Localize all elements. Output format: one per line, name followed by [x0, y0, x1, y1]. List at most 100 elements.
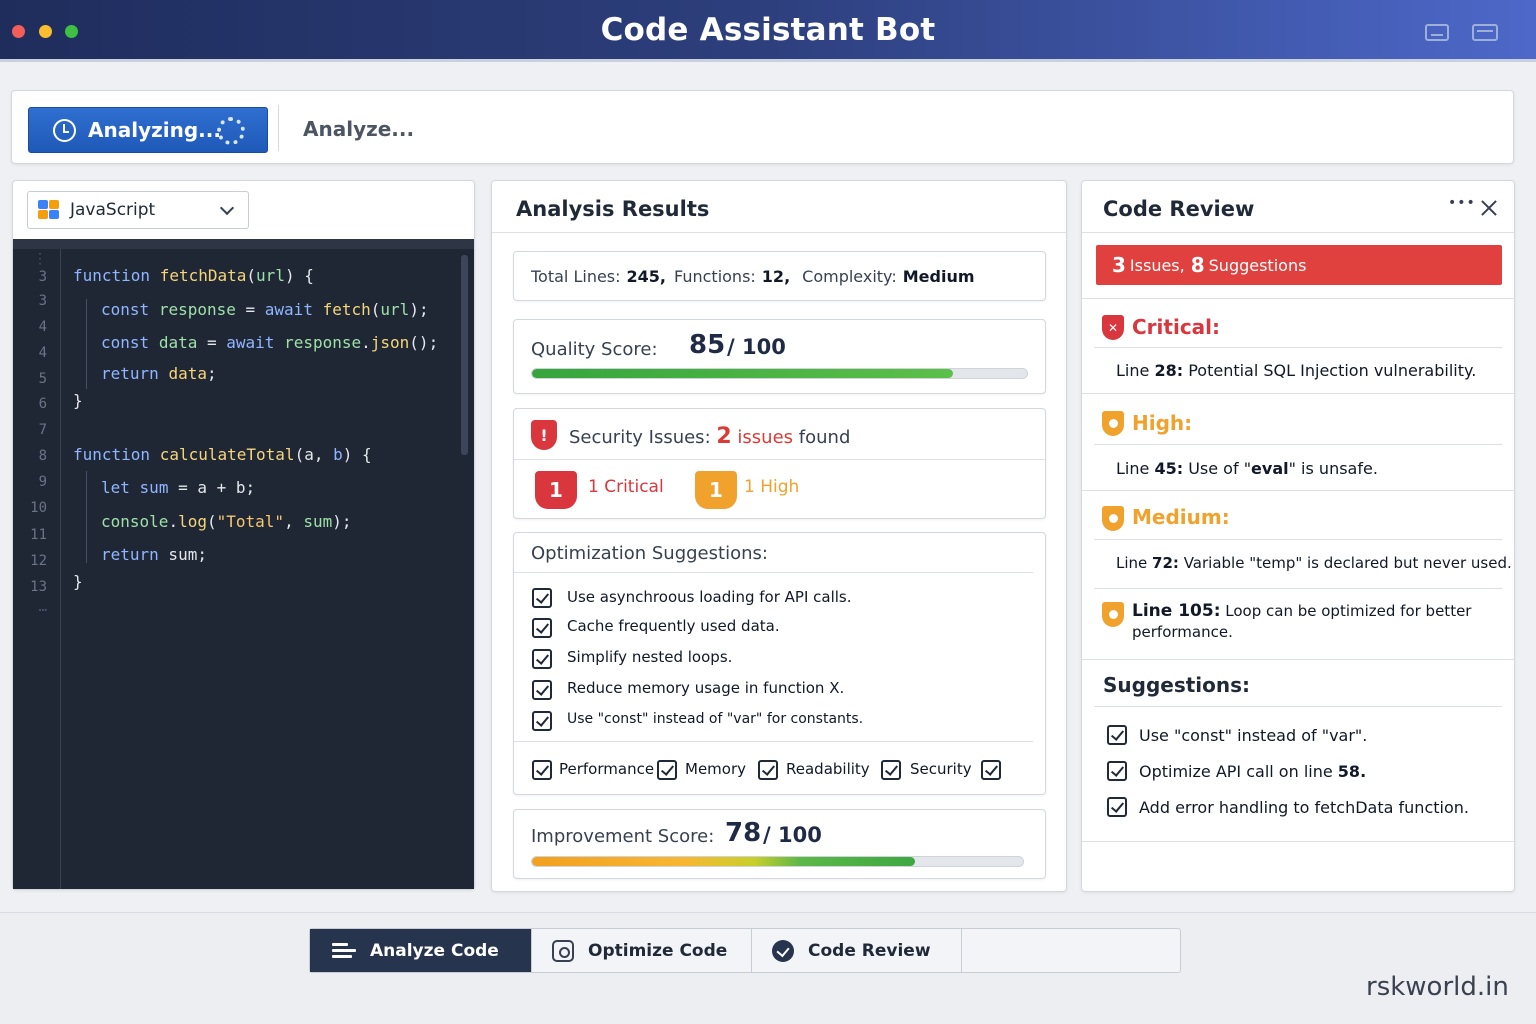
readability-tag: Readability [786, 760, 870, 778]
security-issues-label: Security Issues: [569, 427, 711, 448]
divider [1094, 706, 1502, 707]
improvement-progress-fill [532, 857, 915, 866]
line-number-marker: ⋮ [33, 251, 47, 267]
analyzing-button[interactable]: Analyzing... [28, 107, 268, 153]
suggestion-item: Simplify nested loops. [567, 648, 733, 666]
suggestion-checkbox[interactable] [532, 680, 552, 700]
monitor-icon[interactable] [1425, 24, 1449, 41]
more-options-icon[interactable] [1448, 195, 1476, 211]
security-tag: Security [910, 760, 972, 778]
divider [1094, 444, 1502, 445]
complexity-label: Complexity: [802, 266, 897, 286]
code-line: return sum; [101, 545, 207, 564]
divider [1082, 393, 1514, 394]
quality-score-max: / 100 [727, 335, 786, 359]
line-number: 10 [30, 500, 47, 516]
code-line: return data; [101, 364, 217, 383]
code-line: let sum = a + b; [101, 478, 256, 497]
line-number: 8 [38, 448, 47, 464]
total-lines-label: Total Lines: [531, 266, 621, 286]
divider [1082, 490, 1514, 491]
code-line: console.log("Total", sum); [101, 512, 352, 531]
window-layout-icon[interactable] [1472, 24, 1498, 41]
improvement-progress-bar [531, 856, 1024, 867]
suggestion-checkbox[interactable] [532, 588, 552, 608]
line-number: 7 [38, 422, 47, 438]
divider [492, 232, 1066, 233]
code-editor-panel: JavaScript ⋮ 3 3 4 4 5 6 7 8 9 10 11 12 … [12, 180, 475, 890]
divider [1082, 841, 1514, 842]
warning-shield-icon [1102, 602, 1124, 627]
suggestion-checkbox[interactable] [532, 649, 552, 669]
issues-word: issues [737, 427, 794, 448]
improvement-score-value: 78 [725, 818, 762, 848]
tab-analyze-code[interactable]: Analyze Code [310, 929, 532, 972]
divider [1082, 659, 1514, 660]
review-suggestion-checkbox[interactable] [1107, 761, 1127, 781]
suggestion-item: Use asynchroous loading for API calls. [567, 588, 852, 606]
high-title: High: [1132, 411, 1193, 435]
analyze-tab[interactable]: Analyze... [303, 117, 414, 141]
code-editor[interactable]: ⋮ 3 3 4 4 5 6 7 8 9 10 11 12 13 … functi… [13, 239, 474, 889]
high-shield-icon [1102, 411, 1124, 436]
suggestion-item: Reduce memory usage in function X. [567, 679, 845, 697]
high-description: Line 45: Use of "eval" is unsafe. [1116, 459, 1378, 478]
medium-shield-icon [1102, 506, 1124, 531]
improvement-score-max: / 100 [763, 823, 822, 847]
editor-scrollbar[interactable] [461, 255, 468, 455]
issues-summary-banner: 3 Issues, 8 Suggestions [1096, 245, 1502, 285]
suggestion-item: Cache frequently used data. [567, 617, 780, 635]
suggestion-checkbox[interactable] [532, 711, 552, 731]
optimization-title: Optimization Suggestions: [531, 543, 768, 564]
review-title: Code Review [1103, 197, 1255, 221]
extra-checkbox[interactable] [981, 760, 1001, 780]
complexity-value: Medium [902, 266, 975, 286]
quality-score-value: 85 [689, 330, 726, 360]
divider [1094, 347, 1502, 348]
review-suggestion-checkbox[interactable] [1107, 797, 1127, 817]
critical-title: Critical: [1132, 315, 1221, 339]
code-review-panel: Code Review 3 Issues, 8 Suggestions ✕ Cr… [1081, 180, 1515, 892]
tab-label: Analyze Code [370, 940, 499, 961]
code-line: const response = await fetch(url); [101, 300, 429, 319]
review-suggestion-item: Add error handling to fetchData function… [1139, 798, 1469, 817]
line-gutter: ⋮ 3 3 4 4 5 6 7 8 9 10 11 12 13 … [13, 249, 61, 889]
optimize-icon [552, 939, 574, 962]
tab-code-review[interactable]: Code Review [752, 929, 962, 972]
performance-checkbox[interactable] [532, 760, 552, 780]
medium-title: Medium: [1132, 505, 1230, 529]
suggestions-title: Suggestions: [1103, 673, 1251, 697]
total-lines-value: 245, [626, 266, 667, 286]
review-suggestion-checkbox[interactable] [1107, 725, 1127, 745]
functions-value: 12, [761, 266, 791, 286]
line-number: 9 [38, 474, 47, 490]
title-bar: Code Assistant Bot [0, 0, 1536, 62]
divider [1094, 539, 1502, 540]
language-icon [38, 200, 60, 220]
readability-checkbox[interactable] [758, 760, 778, 780]
suggestion-checkbox[interactable] [532, 618, 552, 638]
tab-label: Optimize Code [588, 940, 728, 961]
toolbar-divider [278, 105, 279, 151]
watermark: rskworld.in [1366, 972, 1509, 1002]
code-line: } [73, 391, 83, 410]
security-checkbox[interactable] [881, 760, 901, 780]
app-title: Code Assistant Bot [600, 12, 936, 48]
review-icon [772, 939, 794, 962]
review-suggestion-item: Optimize API call on line 58. [1139, 762, 1367, 781]
shield-alert-icon: ! [531, 420, 557, 450]
quality-progress-bar [531, 368, 1028, 379]
divider [514, 741, 1033, 742]
close-icon[interactable] [1479, 198, 1499, 218]
language-select[interactable]: JavaScript [27, 191, 249, 229]
quality-score-card: Quality Score: 85 / 100 [513, 319, 1046, 394]
high-shield-icon: 1 [695, 471, 737, 509]
indent-guide [86, 471, 87, 563]
code-line: const data = await response.json(); [101, 333, 439, 352]
memory-checkbox[interactable] [657, 760, 677, 780]
line-number: 3 [38, 269, 47, 285]
suggestions-count: 8 [1190, 253, 1205, 277]
tab-optimize-code[interactable]: Optimize Code [532, 929, 752, 972]
quality-progress-fill [532, 369, 953, 378]
optimization-suggestions-card: Optimization Suggestions: Use asynchroou… [513, 532, 1046, 795]
